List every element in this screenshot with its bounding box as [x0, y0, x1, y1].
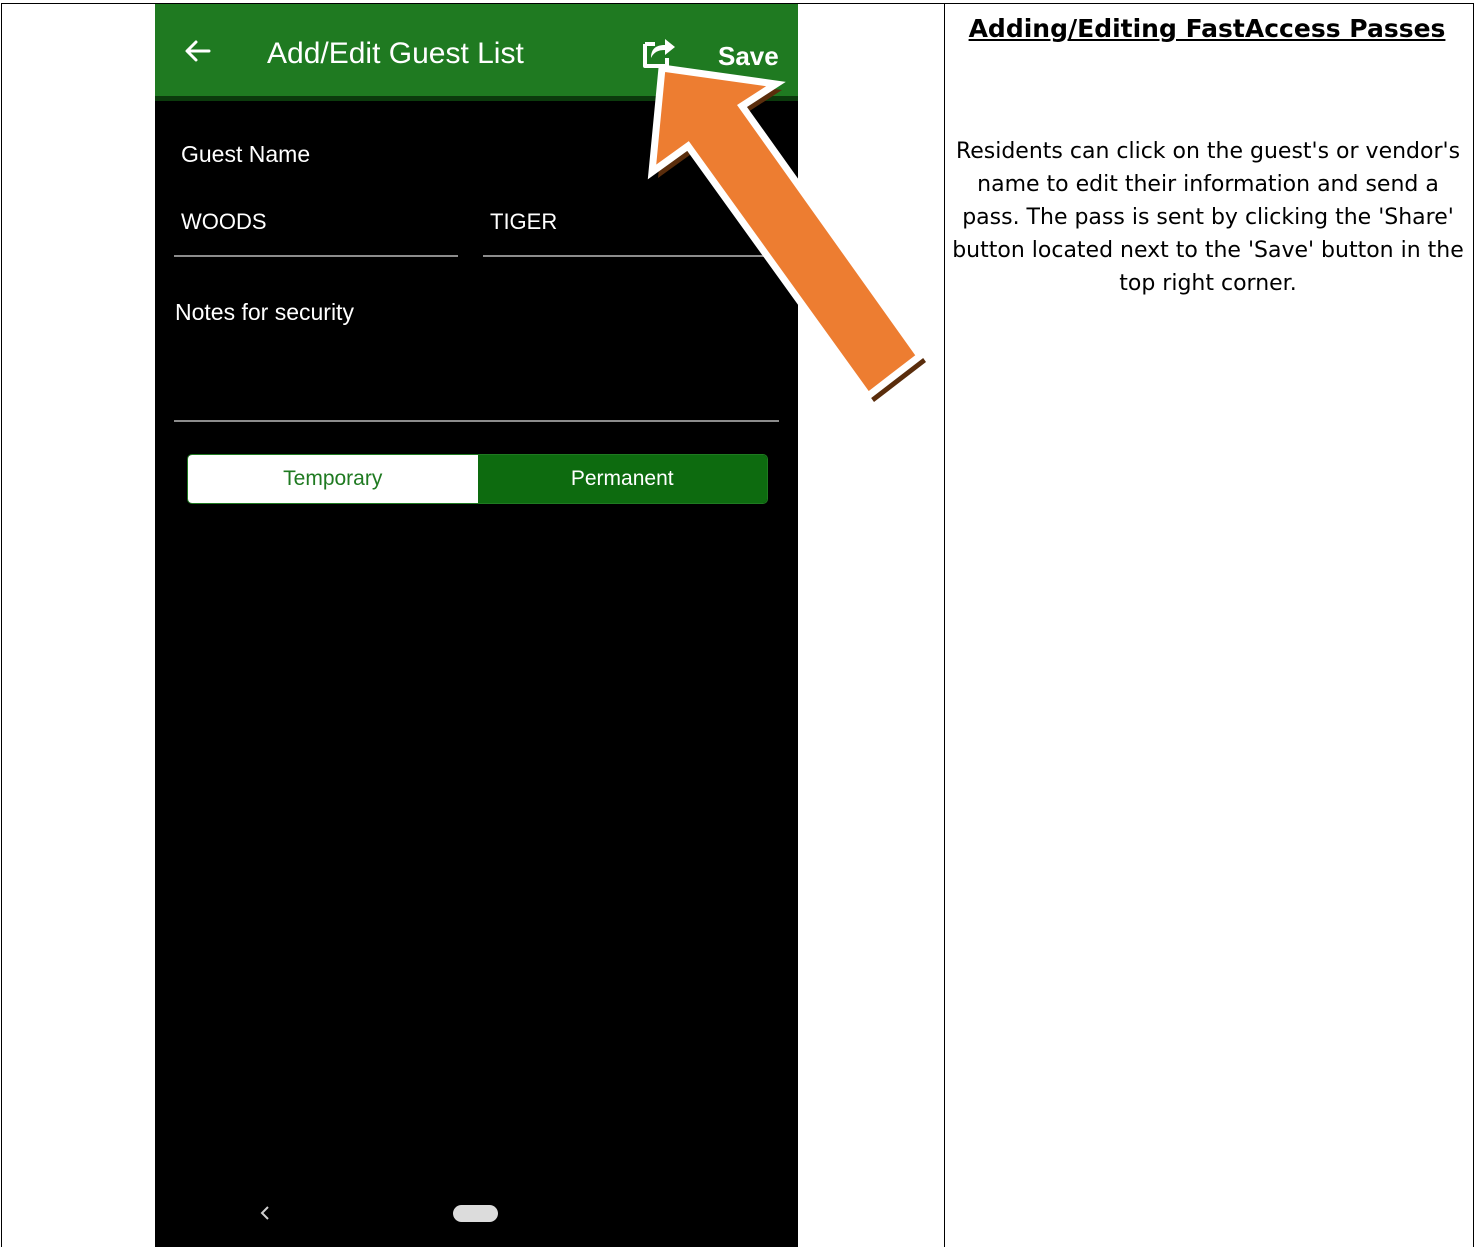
last-name-field[interactable]: WOODS	[181, 208, 267, 236]
pass-type-toggle: Temporary Permanent	[187, 454, 768, 504]
arrow-left-icon[interactable]	[183, 36, 213, 66]
doc-body-text: Residents can click on the guest's or ve…	[952, 139, 1464, 296]
table-column-divider	[944, 3, 945, 1247]
annotation-arrow-icon	[647, 64, 926, 402]
first-name-field[interactable]: TIGER	[490, 208, 557, 236]
doc-heading: Adding/Editing FastAccess Passes	[968, 14, 1446, 43]
last-name-underline	[174, 255, 458, 257]
guest-name-label: Guest Name	[181, 141, 311, 167]
notes-label: Notes for security	[175, 299, 354, 325]
permanent-option[interactable]: Permanent	[477, 455, 767, 503]
nav-home-pill[interactable]	[453, 1205, 498, 1222]
notes-underline	[174, 420, 779, 422]
temporary-option[interactable]: Temporary	[188, 455, 478, 503]
nav-back-icon[interactable]	[257, 1201, 273, 1225]
page-title: Add/Edit Guest List	[267, 37, 524, 70]
